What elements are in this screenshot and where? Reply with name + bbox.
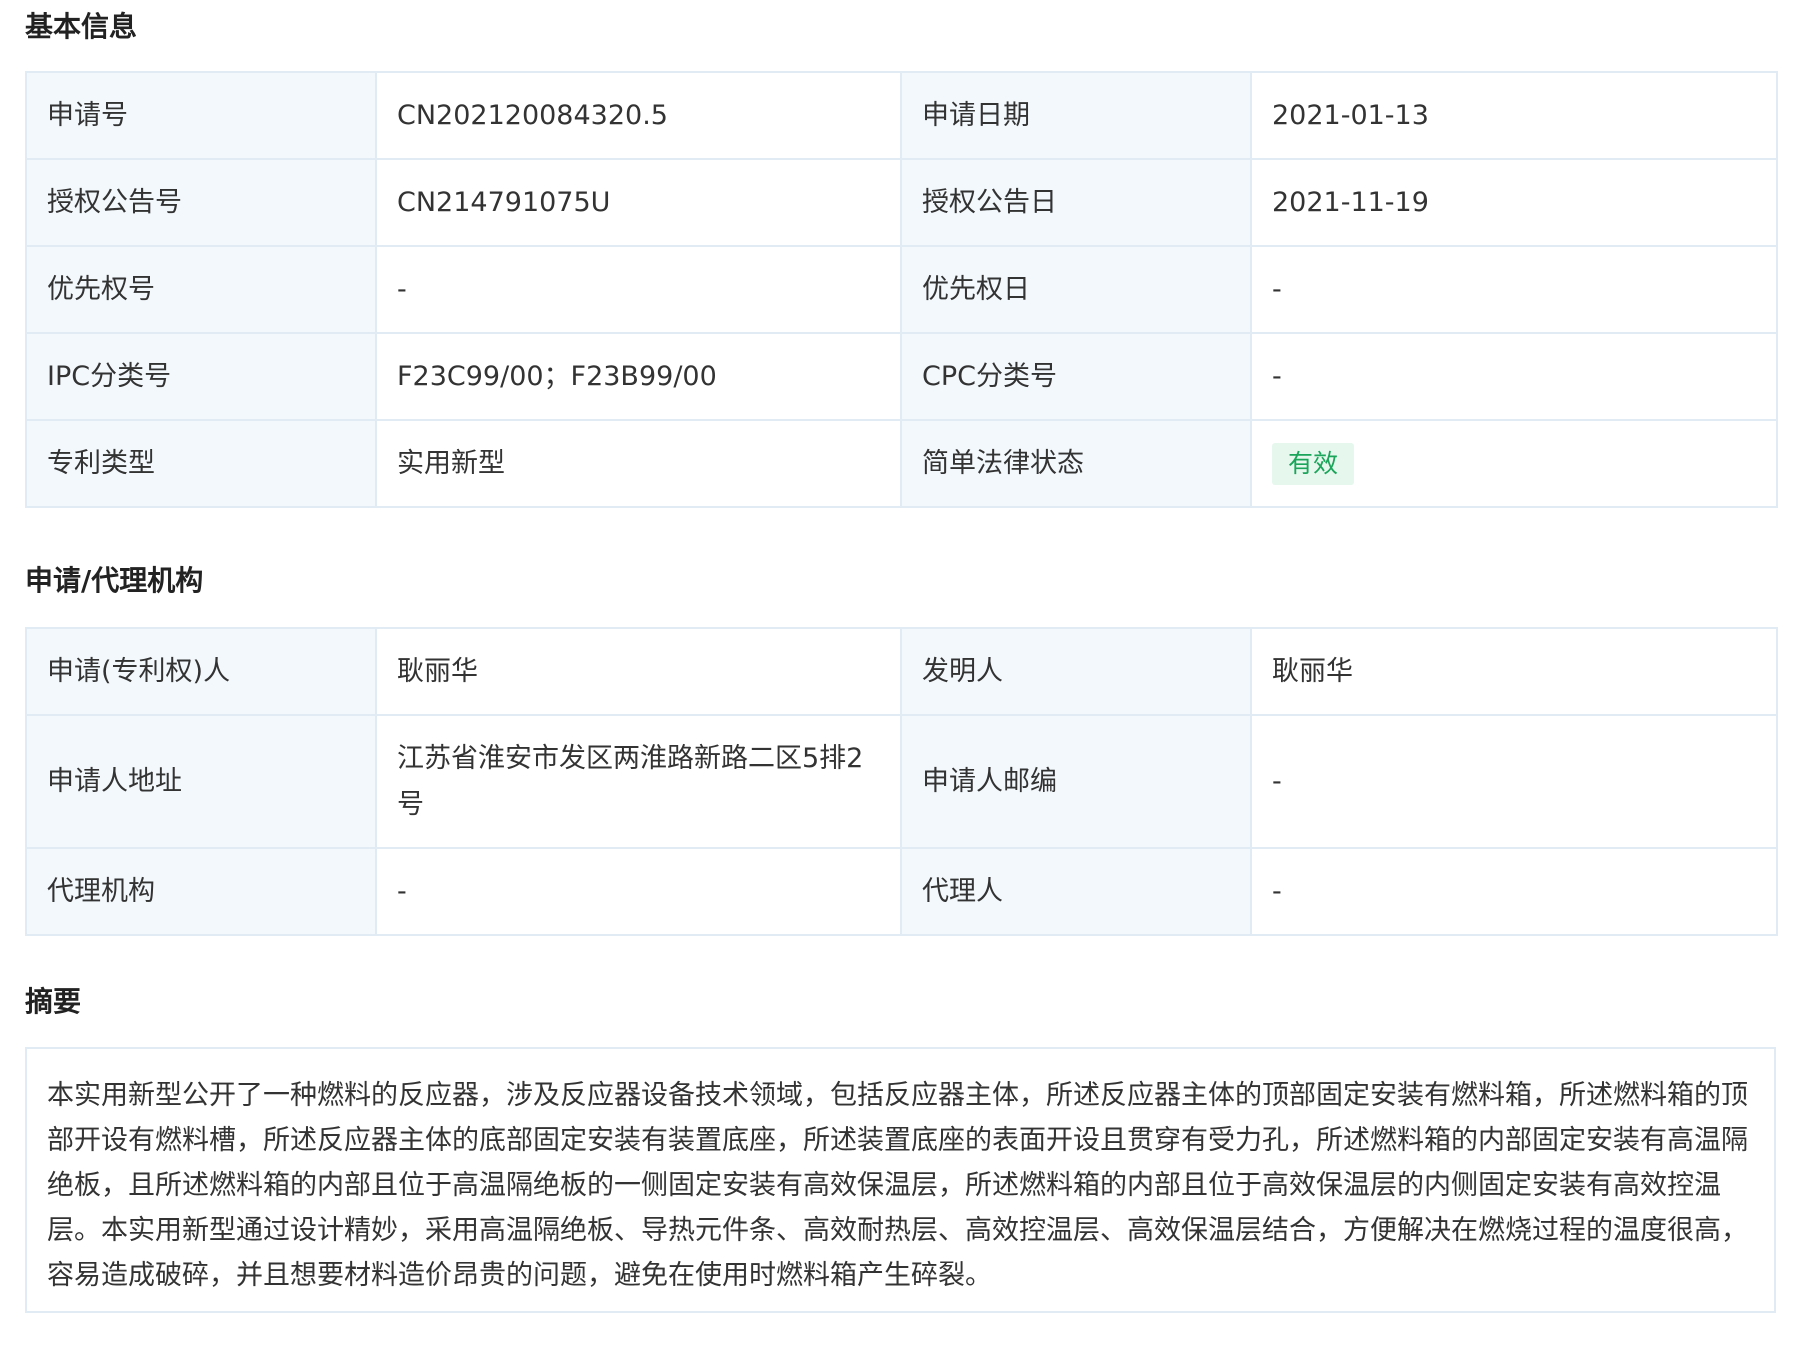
table-row: 专利类型 实用新型 简单法律状态 有效 [25, 419, 1778, 508]
applicant-address-value: 江苏省淮安市发区两淮路新路二区5排2号 [375, 714, 902, 849]
ipc-value: F23C99/00；F23B99/00 [375, 332, 902, 421]
section-title-basic-info: 基本信息 [25, 10, 138, 43]
legal-status-cell: 有效 [1250, 419, 1778, 508]
patent-type-value: 实用新型 [375, 419, 902, 508]
table-row: 申请号 CN202120084320.5 申请日期 2021-01-13 [25, 71, 1778, 160]
priority-number-value: - [375, 245, 902, 334]
inventor-label: 发明人 [900, 627, 1252, 716]
application-number-label: 申请号 [25, 71, 377, 160]
application-number-value: CN202120084320.5 [375, 71, 902, 160]
table-row: 申请(专利权)人 耿丽华 发明人 耿丽华 [25, 627, 1778, 716]
priority-number-label: 优先权号 [25, 245, 377, 334]
agency-table: 申请(专利权)人 耿丽华 发明人 耿丽华 申请人地址 江苏省淮安市发区两淮路新路… [25, 627, 1778, 936]
basic-info-table: 申请号 CN202120084320.5 申请日期 2021-01-13 授权公… [25, 71, 1778, 508]
grant-date-value: 2021-11-19 [1250, 158, 1778, 247]
grant-number-label: 授权公告号 [25, 158, 377, 247]
application-date-label: 申请日期 [900, 71, 1252, 160]
priority-date-label: 优先权日 [900, 245, 1252, 334]
section-title-abstract: 摘要 [25, 985, 82, 1018]
table-row: 优先权号 - 优先权日 - [25, 245, 1778, 334]
legal-status-label: 简单法律状态 [900, 419, 1252, 508]
patent-type-label: 专利类型 [25, 419, 377, 508]
table-row: 申请人地址 江苏省淮安市发区两淮路新路二区5排2号 申请人邮编 - [25, 714, 1778, 849]
cpc-value: - [1250, 332, 1778, 421]
applicant-address-label: 申请人地址 [25, 714, 377, 849]
grant-number-value: CN214791075U [375, 158, 902, 247]
applicant-postcode-label: 申请人邮编 [900, 714, 1252, 849]
table-row: IPC分类号 F23C99/00；F23B99/00 CPC分类号 - [25, 332, 1778, 421]
section-title-agency: 申请/代理机构 [25, 564, 204, 597]
table-row: 代理机构 - 代理人 - [25, 847, 1778, 936]
table-row: 授权公告号 CN214791075U 授权公告日 2021-11-19 [25, 158, 1778, 247]
cpc-label: CPC分类号 [900, 332, 1252, 421]
agent-label: 代理人 [900, 847, 1252, 936]
agency-label: 代理机构 [25, 847, 377, 936]
applicant-value: 耿丽华 [375, 627, 902, 716]
agency-value: - [375, 847, 902, 936]
priority-date-value: - [1250, 245, 1778, 334]
application-date-value: 2021-01-13 [1250, 71, 1778, 160]
legal-status-badge: 有效 [1272, 442, 1355, 485]
applicant-label: 申请(专利权)人 [25, 627, 377, 716]
applicant-postcode-value: - [1250, 714, 1778, 849]
grant-date-label: 授权公告日 [900, 158, 1252, 247]
ipc-label: IPC分类号 [25, 332, 377, 421]
abstract-text: 本实用新型公开了一种燃料的反应器，涉及反应器设备技术领域，包括反应器主体，所述反… [25, 1047, 1776, 1313]
inventor-value: 耿丽华 [1250, 627, 1778, 716]
agent-value: - [1250, 847, 1778, 936]
